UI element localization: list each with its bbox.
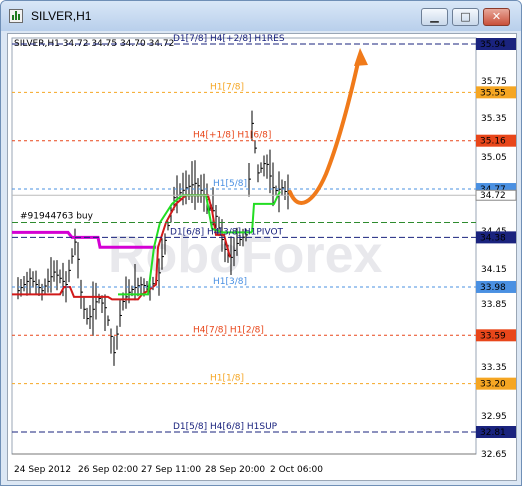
x-axis-tick-label: 2 Oct 06:00 [270,465,323,475]
x-axis-tick-label: 24 Sep 2012 [14,465,71,475]
y-axis-tick-label: 35.75 [481,77,507,87]
y-axis-tick-label: 34.15 [481,265,507,275]
y-axis-tick-label: 35.35 [481,114,507,124]
level-label: D1[5/8] H4[6/8] H1SUP [173,422,278,432]
chart-app-icon [9,9,23,23]
x-axis-tick-label: 26 Sep 02:00 [78,465,138,475]
y-axis-tick-label: 32.95 [481,412,507,422]
level-price-tag-text: 35.94 [480,40,506,50]
level-label: H1[1/8] [210,374,244,384]
title-bar[interactable]: SILVER,H1 ▁ □ ✕ [1,1,521,31]
forecast-arrow [288,56,361,205]
level-price-tag-text: 33.59 [480,331,506,341]
close-button[interactable]: ✕ [483,8,510,26]
level-price-tag-text: 34.38 [480,233,506,243]
minimize-button[interactable]: ▁ [421,8,448,26]
y-axis-tick-label: 32.65 [481,450,507,460]
level-price-tag-text: 35.16 [480,137,506,147]
y-axis-tick-label: 33.35 [481,363,507,373]
forecast-arrow-head [354,48,368,66]
level-label: H1[3/8] [213,277,247,287]
chart-window: SILVER,H1 ▁ □ ✕ RoboForex 35.75 35.35 35.05… [0,0,522,486]
level-label: H1[7/8] [210,82,244,92]
level-price-tag-text: 35.55 [480,88,506,98]
y-axis-tick-label: 35.05 [481,153,507,163]
chart-area[interactable]: RoboForex35.7535.3535.0534.4534.1533.853… [7,33,517,481]
y-axis-tick-label: 33.85 [481,300,507,310]
x-axis-tick-label: 28 Sep 20:00 [205,465,265,475]
price-chart-svg[interactable]: RoboForex35.7535.3535.0534.4534.1533.853… [8,34,518,482]
level-label: D1[7/8] H4[+2/8] H1RES [173,34,285,44]
level-label: H4[+1/8] H1[6/8] [193,131,271,141]
maximize-button[interactable]: □ [452,8,479,26]
level-label: H1[5/8] [213,179,247,189]
level-price-tag-text: 33.98 [480,283,506,293]
level-price-tag-text: 33.20 [480,380,506,390]
level-label: H4[7/8] H1[2/8] [193,325,264,335]
trade-label: #91944763 buy [20,212,94,222]
current-price-tag-text: 34.72 [480,191,506,201]
level-price-tag-text: 32.81 [480,428,506,438]
ma-red-line [12,285,149,301]
window-title: SILVER,H1 [31,9,92,23]
level-label: D1[6/8] H4[3/8] H1PIVOT [170,227,284,237]
x-axis-tick-label: 27 Sep 11:00 [141,465,201,475]
